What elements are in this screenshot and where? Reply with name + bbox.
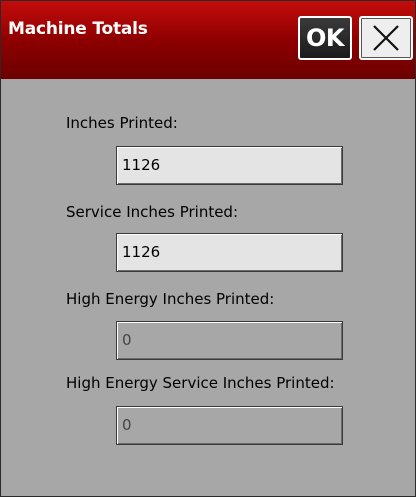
inches-printed-label: Inches Printed:	[66, 114, 178, 132]
high-energy-service-inches-printed-field: 0	[116, 406, 343, 445]
inches-printed-field[interactable]: 1126	[116, 146, 343, 185]
high-energy-service-inches-printed-label: High Energy Service Inches Printed:	[66, 374, 335, 392]
title-bar: Machine Totals OK	[1, 1, 415, 79]
close-icon	[373, 25, 399, 51]
service-inches-printed-field[interactable]: 1126	[116, 233, 343, 272]
ok-button[interactable]: OK	[298, 16, 352, 60]
ok-button-label: OK	[306, 24, 345, 52]
close-button[interactable]	[359, 16, 413, 60]
high-energy-inches-printed-label: High Energy Inches Printed:	[66, 290, 275, 308]
high-energy-inches-printed-field: 0	[116, 321, 343, 360]
service-inches-printed-label: Service Inches Printed:	[66, 203, 239, 221]
dialog-title: Machine Totals	[8, 19, 148, 39]
machine-totals-dialog: Machine Totals OK Inches Printed: 1126 S…	[0, 0, 416, 497]
